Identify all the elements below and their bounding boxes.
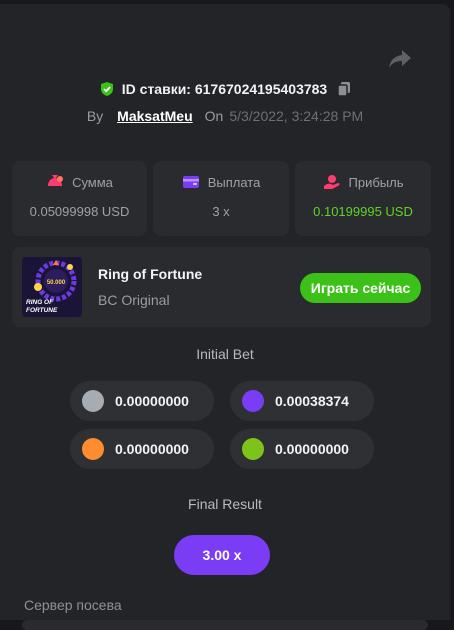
coin-amount: 0.00000000 xyxy=(115,393,189,409)
stat-payout-value: 3 x xyxy=(212,204,230,219)
bet-id: ID ставки: 61767024195403783 xyxy=(121,81,328,97)
initial-bet-coin-2: 0.00038374 xyxy=(230,381,374,421)
ring-of-fortune-image: 50.000 RING OF FORTUNE xyxy=(22,257,82,317)
copy-icon[interactable] xyxy=(337,81,351,97)
bet-author-row: By MaksatMeu On 5/3/2022, 3:24:28 PM xyxy=(0,105,450,127)
server-seed-field[interactable] xyxy=(22,620,428,630)
username-link[interactable]: MaksatMeu xyxy=(117,108,192,124)
initial-bet-coin-1: 0.00000000 xyxy=(70,381,214,421)
coin-amount: 0.00000000 xyxy=(275,441,349,457)
bet-id-row: ID ставки: 61767024195403783 xyxy=(0,78,450,100)
on-label: On xyxy=(204,108,224,124)
profit-hand-icon xyxy=(323,175,339,189)
play-now-button[interactable]: Играть сейчас xyxy=(300,273,421,303)
verified-shield-icon xyxy=(100,82,113,96)
stat-profit: Прибыль 0.10199995 USD xyxy=(295,161,431,236)
bet-datetime: 5/3/2022, 3:24:28 PM xyxy=(229,108,364,124)
final-result-badge: 3.00 x xyxy=(174,535,270,575)
initial-bet-coin-3: 0.00000000 xyxy=(70,429,214,469)
thumb-title-2: FORTUNE xyxy=(26,307,58,314)
coin-amount: 0.00000000 xyxy=(115,441,189,457)
stat-amount: Сумма 0.05099998 USD xyxy=(12,161,147,236)
bet-details-panel: ID ставки: 61767024195403783 By MaksatMe… xyxy=(0,4,450,630)
server-seed-label: Сервер посева xyxy=(24,597,122,613)
share-icon[interactable] xyxy=(388,48,412,70)
stat-amount-value: 0.05099998 USD xyxy=(29,204,130,219)
stat-profit-label: Прибыль xyxy=(348,174,404,190)
game-provider: BC Original xyxy=(98,292,170,308)
initial-bet-coin-4: 0.00000000 xyxy=(230,429,374,469)
final-result-title: Final Result xyxy=(188,496,262,512)
stat-payout-label: Выплата xyxy=(207,174,261,190)
coin-icon xyxy=(82,438,104,460)
game-card: 50.000 RING OF FORTUNE Ring of Fortune B… xyxy=(12,247,431,327)
by-label: By xyxy=(86,108,104,124)
stat-payout: Выплата 3 x xyxy=(153,161,289,236)
game-name[interactable]: Ring of Fortune xyxy=(98,266,202,282)
coin-amount: 0.00038374 xyxy=(275,393,349,409)
stat-amount-label: Сумма xyxy=(72,174,113,190)
stat-profit-value: 0.10199995 USD xyxy=(313,204,413,219)
coin-icon xyxy=(82,390,104,412)
wallet-icon xyxy=(182,176,199,188)
coin-icon xyxy=(242,438,264,460)
game-thumbnail[interactable]: 50.000 RING OF FORTUNE xyxy=(22,257,82,317)
thumb-amount: 50.000 xyxy=(47,280,66,286)
money-bag-icon xyxy=(48,175,64,186)
thumb-title-1: RING OF xyxy=(26,299,54,306)
coin-icon xyxy=(242,390,264,412)
initial-bet-title: Initial Bet xyxy=(196,346,254,362)
